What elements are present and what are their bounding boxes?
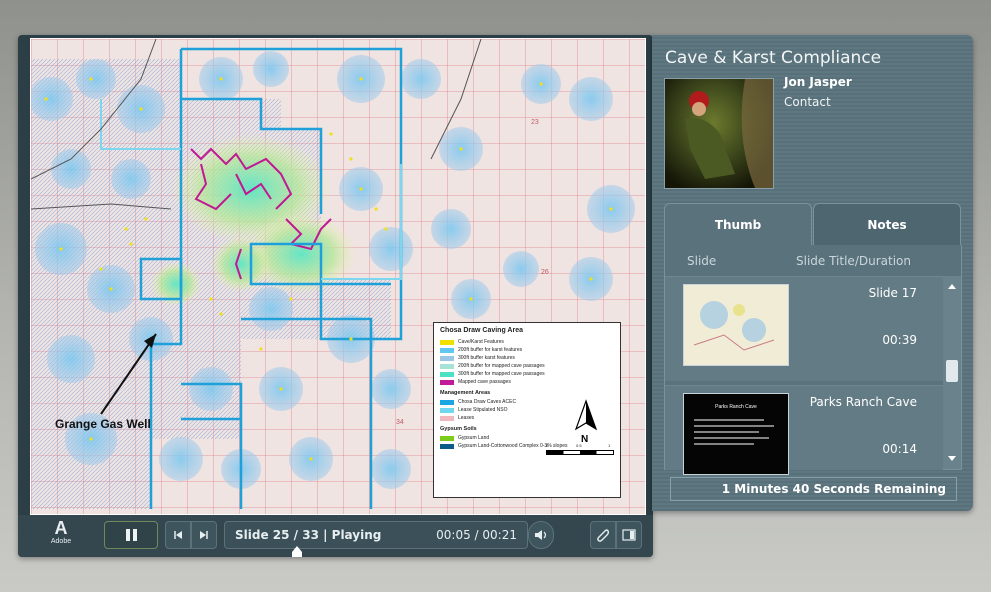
legend-label: Mapped cave passages — [458, 379, 511, 385]
svg-text:34: 34 — [396, 419, 404, 426]
tab-thumb[interactable]: Thumb — [664, 203, 812, 245]
speaker-icon — [535, 530, 547, 540]
legend-title: Chosa Draw Caving Area — [440, 327, 523, 334]
tab-notes[interactable]: Notes — [813, 203, 961, 245]
time-remaining: 1 Minutes 40 Seconds Remaining — [670, 477, 957, 501]
presenter-name: Jon Jasper — [784, 75, 852, 89]
presentation-title: Cave & Karst Compliance — [665, 48, 882, 68]
slide-thumbnail — [683, 284, 789, 366]
legend-swatch — [440, 355, 454, 361]
scale-label: 1 — [608, 443, 611, 448]
legend-label: Cave/Karst Features — [458, 339, 504, 345]
legend-swatch — [440, 399, 454, 405]
legend-swatch — [440, 415, 454, 421]
legend-swatch — [440, 443, 454, 449]
north-label: N — [581, 434, 588, 445]
paperclip-icon — [597, 529, 609, 542]
slide-list: Slide Slide Title/Duration Slide 17 00:3… — [664, 245, 962, 475]
pause-button[interactable] — [104, 521, 158, 549]
legend-management-title: Management Areas — [440, 390, 491, 396]
playback-controls: A Adobe Slide 25 / 33 | Playing 00:05 / … — [18, 515, 653, 557]
slide-list-item[interactable]: Slide 17 00:39 — [665, 276, 943, 381]
skip-back-icon — [174, 531, 182, 539]
scale-label: 0.5 — [576, 443, 582, 448]
adobe-logo-icon: A — [54, 518, 68, 538]
legend-label: 200ft buffer for mapped cave passages — [458, 363, 545, 369]
pause-icon — [125, 529, 137, 541]
grange-gas-well-label: Grange Gas Well — [55, 417, 151, 431]
sidebar-toggle-icon — [622, 529, 636, 541]
slide-title: Slide 17 — [868, 286, 917, 300]
thumbnail-title: Parks Ranch Cave — [715, 404, 757, 410]
legend-entry: 200ft buffer for karst features — [440, 346, 614, 354]
skip-forward-icon — [200, 531, 208, 539]
legend-label: Chosa Draw Caves ACEC — [458, 399, 517, 405]
legend-label: 300ft buffer for mapped cave passages — [458, 371, 545, 377]
legend-label: Lease Stipulated NSO — [458, 407, 508, 413]
adobe-logo: A Adobe — [46, 518, 76, 552]
presenter-role: Contact — [784, 95, 831, 109]
legend-swatch — [440, 407, 454, 413]
legend-swatch — [440, 435, 454, 441]
legend-entry: 300ft buffer karst features — [440, 354, 614, 362]
slide-thumbnail: Parks Ranch Cave — [683, 393, 789, 475]
slide-canvas: 23 26 34 Grange Gas Well Chosa Draw Cavi… — [30, 38, 646, 515]
scale-bar: 0 0.5 1 — [546, 443, 614, 457]
attachments-button[interactable] — [590, 521, 616, 549]
scale-label: 0 — [546, 443, 549, 448]
sidebar-panel: Cave & Karst Compliance Jon Jasper Conta… — [652, 35, 973, 511]
adobe-logo-text: Adobe — [50, 538, 72, 545]
slide-duration: 00:14 — [882, 442, 917, 456]
elapsed-time: 00:05 / 00:21 — [436, 528, 517, 542]
scroll-down-icon[interactable] — [948, 456, 956, 461]
slide-duration: 00:39 — [882, 333, 917, 347]
legend-swatch — [440, 363, 454, 369]
next-slide-button[interactable] — [191, 521, 217, 549]
legend-label: 300ft buffer karst features — [458, 355, 515, 361]
svg-text:23: 23 — [531, 119, 539, 126]
legend-label: 200ft buffer for karst features — [458, 347, 523, 353]
slide-list-item[interactable]: Parks Ranch Cave Parks Ranch Cave 00:14 — [665, 385, 943, 475]
map-legend: Chosa Draw Caving Area Cave/Karst Featur… — [433, 322, 621, 498]
column-header-title-duration: Slide Title/Duration — [796, 254, 911, 268]
north-arrow-icon: N — [574, 399, 598, 445]
volume-button[interactable] — [528, 521, 554, 549]
table-of-contents-button[interactable] — [616, 521, 642, 549]
legend-entry: 200ft buffer for mapped cave passages — [440, 362, 614, 370]
column-header-slide: Slide — [687, 254, 717, 268]
scroll-up-icon[interactable] — [948, 284, 956, 289]
presenter-photo — [664, 78, 774, 189]
slide-list-scrollbar[interactable] — [943, 276, 961, 469]
presentation-player: 23 26 34 Grange Gas Well Chosa Draw Cavi… — [18, 35, 653, 557]
progress-handle-base[interactable] — [292, 552, 303, 557]
slide-progress-bar[interactable]: Slide 25 / 33 | Playing 00:05 / 00:21 — [224, 521, 528, 557]
legend-entry: Cave/Karst Features — [440, 338, 614, 346]
legend-entry: 300ft buffer for mapped cave passages — [440, 370, 614, 378]
previous-slide-button[interactable] — [165, 521, 191, 549]
legend-label: Gypsum Land — [458, 435, 490, 441]
slide-title: Parks Ranch Cave — [809, 395, 917, 409]
legend-swatch — [440, 339, 454, 345]
legend-swatch — [440, 347, 454, 353]
legend-label: Leases — [458, 415, 475, 421]
svg-text:26: 26 — [541, 269, 549, 276]
legend-entry: Mapped cave passages — [440, 378, 614, 386]
scroll-thumb[interactable] — [946, 360, 958, 382]
slide-list-header: Slide Slide Title/Duration — [665, 245, 961, 277]
legend-feature-list: Cave/Karst Features 200ft buffer for kars… — [440, 338, 614, 386]
legend-swatch — [440, 371, 454, 377]
legend-swatch — [440, 379, 454, 385]
slide-status: Slide 25 / 33 | Playing — [235, 528, 382, 542]
